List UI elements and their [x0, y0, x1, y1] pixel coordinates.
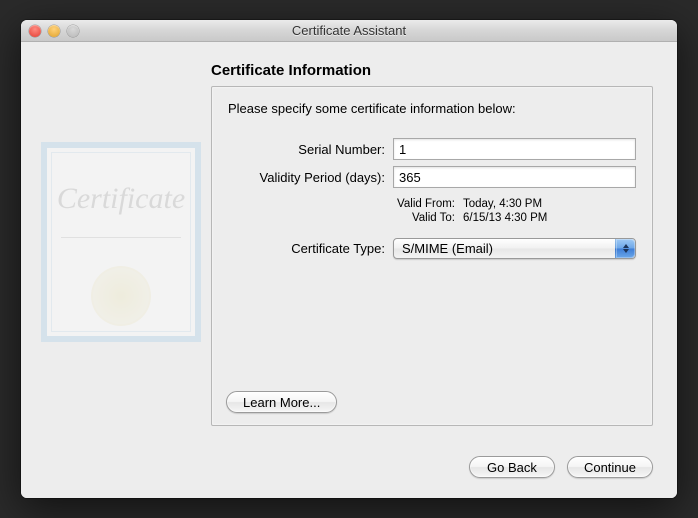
chevron-up-down-icon — [615, 239, 635, 258]
valid-to-label: Valid To: — [228, 212, 463, 224]
instruction-text: Please specify some certificate informat… — [228, 101, 636, 116]
close-button[interactable] — [29, 25, 41, 37]
page-heading: Certificate Information — [211, 62, 371, 79]
validity-period-label: Validity Period (days): — [228, 170, 393, 185]
minimize-button[interactable] — [48, 25, 60, 37]
valid-from-value: Today, 4:30 PM — [463, 198, 636, 210]
traffic-lights — [21, 25, 79, 37]
assistant-window: Certificate Assistant Certificate Certif… — [21, 20, 677, 498]
window-title: Certificate Assistant — [21, 23, 677, 38]
form-panel: Please specify some certificate informat… — [211, 86, 653, 426]
content-area: Certificate Certificate Information Plea… — [21, 42, 677, 498]
footer-buttons: Go Back Continue — [469, 456, 653, 478]
certificate-type-select[interactable]: S/MIME (Email) — [393, 238, 636, 259]
certificate-type-row: Certificate Type: S/MIME (Email) — [228, 238, 636, 259]
learn-more-button[interactable]: Learn More... — [226, 391, 337, 413]
continue-button[interactable]: Continue — [567, 456, 653, 478]
valid-to-value: 6/15/13 4:30 PM — [463, 212, 636, 224]
certificate-type-label: Certificate Type: — [228, 241, 393, 256]
serial-number-label: Serial Number: — [228, 142, 393, 157]
valid-from-label: Valid From: — [228, 198, 463, 210]
certificate-watermark: Certificate — [41, 142, 201, 342]
valid-to-row: Valid To: 6/15/13 4:30 PM — [228, 212, 636, 224]
valid-from-row: Valid From: Today, 4:30 PM — [228, 198, 636, 210]
zoom-button[interactable] — [67, 25, 79, 37]
certificate-type-value: S/MIME (Email) — [402, 241, 493, 256]
watermark-text: Certificate — [47, 182, 195, 216]
serial-number-input[interactable] — [393, 138, 636, 160]
go-back-button[interactable]: Go Back — [469, 456, 555, 478]
validity-period-input[interactable] — [393, 166, 636, 188]
titlebar: Certificate Assistant — [21, 20, 677, 42]
validity-period-row: Validity Period (days): — [228, 166, 636, 188]
serial-number-row: Serial Number: — [228, 138, 636, 160]
